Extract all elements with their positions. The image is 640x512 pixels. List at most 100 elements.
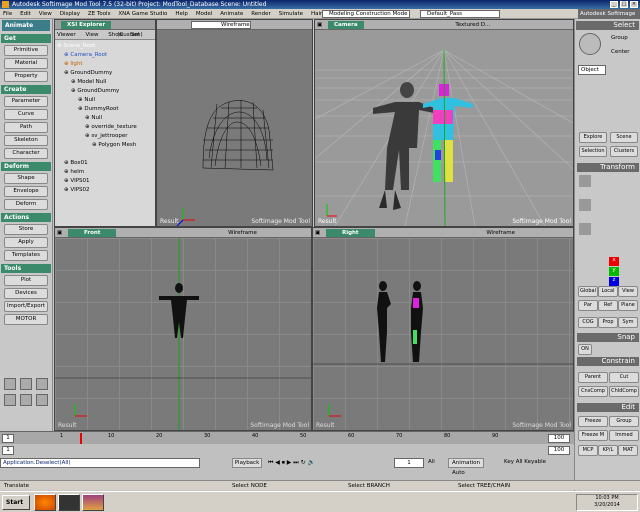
menu-simulate[interactable]: Simulate [276,9,306,19]
scene-button[interactable]: Scene [610,132,638,143]
menu-animate[interactable]: Animate [217,9,246,19]
menu-model[interactable]: Model [193,9,216,19]
viewport-mode[interactable]: Wireframe [228,230,257,236]
timeline[interactable]: 1 1 10 20 30 40 50 60 70 80 90 100 [0,431,574,444]
menu-ze-tools[interactable]: ZE Tools [85,9,114,19]
command-line-input[interactable]: Application.Deselect(All) [0,458,200,468]
menu-display[interactable]: Display [57,9,83,19]
construction-mode-select[interactable]: Modeling Construction Mode [322,10,410,18]
viewport-menu-icon[interactable]: ▣ [317,22,322,28]
cut-button[interactable]: Cut [609,372,639,383]
tool-icon[interactable] [36,378,48,390]
explorer-viewer-menu[interactable]: Viewer [57,32,76,38]
ref-button[interactable]: Ref [598,300,618,311]
curve-button[interactable]: Curve [4,109,48,120]
auto-key-label[interactable]: Auto [452,470,465,476]
close-button[interactable]: × [630,1,638,8]
viewport-canvas[interactable]: Result Softimage Mod Tool [157,30,312,227]
tree-node[interactable]: ⊕ Box01 [57,159,153,168]
parameter-button[interactable]: Parameter [4,96,48,107]
import-export-button[interactable]: Import/Export [4,301,48,312]
explorer-custom-filter[interactable]: (Custom) [104,30,156,40]
tree-node[interactable]: ⊕ VIPS02 [57,186,153,195]
playback-end-field[interactable]: 100 [548,446,570,455]
viewport-top-right[interactable]: ▣ Camera Textured D... Result Softimage … [314,19,574,227]
playback-button[interactable]: Playback [232,458,262,468]
object-filter[interactable]: Object [578,65,606,75]
tool-icon[interactable] [4,378,16,390]
templates-button[interactable]: Templates [4,250,48,261]
viewport-bottom-right[interactable]: ▣ Right Wireframe Result Softimage Mod T… [312,227,574,431]
section-tools[interactable]: Tools [1,264,51,273]
skeleton-button[interactable]: Skeleton [4,135,48,146]
kpl-button[interactable]: KP/L [598,445,618,456]
maximize-button[interactable]: □ [620,1,628,8]
tree-node[interactable]: ⊕ DummyRoot [57,105,153,114]
property-button[interactable]: Property [4,71,48,82]
selection-button[interactable]: Selection [579,146,607,157]
explore-button[interactable]: Explore [579,132,607,143]
menu-edit[interactable]: Edit [17,9,34,19]
minimize-button[interactable]: _ [610,1,618,8]
viewport-top-left[interactable]: Wireframe Result Softimage Mod Tool [156,19,313,227]
viewport-mode[interactable]: Textured D... [455,22,490,28]
key-all-keyable-select[interactable]: Key All Keyable [504,459,546,465]
tree-node[interactable]: ⊕ light [57,60,153,69]
section-get[interactable]: Get [1,34,51,43]
explorer-title[interactable]: XSI Explorer [61,21,112,29]
mode-selector[interactable]: Animate [2,20,50,31]
timeline-end-field[interactable]: 100 [548,434,570,443]
material-button[interactable]: Material [4,58,48,69]
all-label[interactable]: All [428,459,435,465]
translate-icon[interactable] [579,223,591,235]
snap-on-toggle[interactable]: ON [578,344,592,355]
menu-help[interactable]: Help [172,9,191,19]
devices-button[interactable]: Devices [4,288,48,299]
viewport-camera-select[interactable]: Front [67,229,117,237]
viewport-canvas[interactable]: Result Softimage Mod Tool [315,30,573,226]
viewport-bottom-left[interactable]: ▣ Front Wireframe Result Softimage Mod T… [54,227,312,431]
firefox-taskbar-icon[interactable] [34,494,56,511]
viewport-mode[interactable]: Wireframe [221,20,250,30]
tree-node[interactable]: ⊕ sv_jettrooper [57,132,153,141]
playback-start-field[interactable]: 1 [2,446,14,455]
section-deform[interactable]: Deform [1,162,51,171]
sym-button[interactable]: Sym [618,317,638,328]
z-axis-toggle[interactable]: z [609,277,619,286]
envelope-button[interactable]: Envelope [4,186,48,197]
section-create[interactable]: Create [1,85,51,94]
menu-xna[interactable]: XNA Game Studio [115,9,170,19]
path-button[interactable]: Path [4,122,48,133]
tool-icon[interactable] [20,394,32,406]
character-button[interactable]: Character [4,148,48,159]
local-button[interactable]: Local [598,286,618,297]
viewport-camera-select[interactable]: Camera [327,21,364,29]
play-controls[interactable]: ⏮ ◀ ⏹ ▶ ⏭ ↻ 🔊 [268,459,315,467]
group-button[interactable]: Group [609,416,639,427]
tree-node[interactable]: ⊕ Scene_Root [57,42,153,51]
tree-node[interactable]: ⊕ GroundDummy [57,69,153,78]
deform-button[interactable]: Deform [4,199,48,210]
tree-node[interactable]: ⊕ Null [57,114,153,123]
pass-select[interactable]: Default_Pass [420,10,500,18]
freeze-button[interactable]: Freeze [578,416,608,427]
tree-node[interactable]: ⊕ helm [57,168,153,177]
tree-node[interactable]: ⊕ Polygon Mesh [57,141,153,150]
cnscomp-button[interactable]: CnsComp [578,386,608,397]
view-button[interactable]: View [618,286,638,297]
apply-button[interactable]: Apply [4,237,48,248]
rotate-icon[interactable] [579,199,591,211]
tree-node[interactable]: ⊕ Null [57,96,153,105]
chldcomp-button[interactable]: ChldComp [609,386,639,397]
mcp-button[interactable]: MCP [578,445,598,456]
animation-button[interactable]: Animation [448,458,484,468]
y-axis-toggle[interactable]: y [609,267,619,276]
section-actions[interactable]: Actions [1,213,51,222]
viewport-mode[interactable]: Wireframe [486,230,515,236]
scale-icon[interactable] [579,175,591,187]
menu-render[interactable]: Render [248,9,274,19]
plane-button[interactable]: Plane [618,300,638,311]
mat-button[interactable]: MAT [618,445,638,456]
viewport-canvas[interactable]: Result Softimage Mod Tool [55,238,311,430]
prop-button[interactable]: Prop [598,317,618,328]
